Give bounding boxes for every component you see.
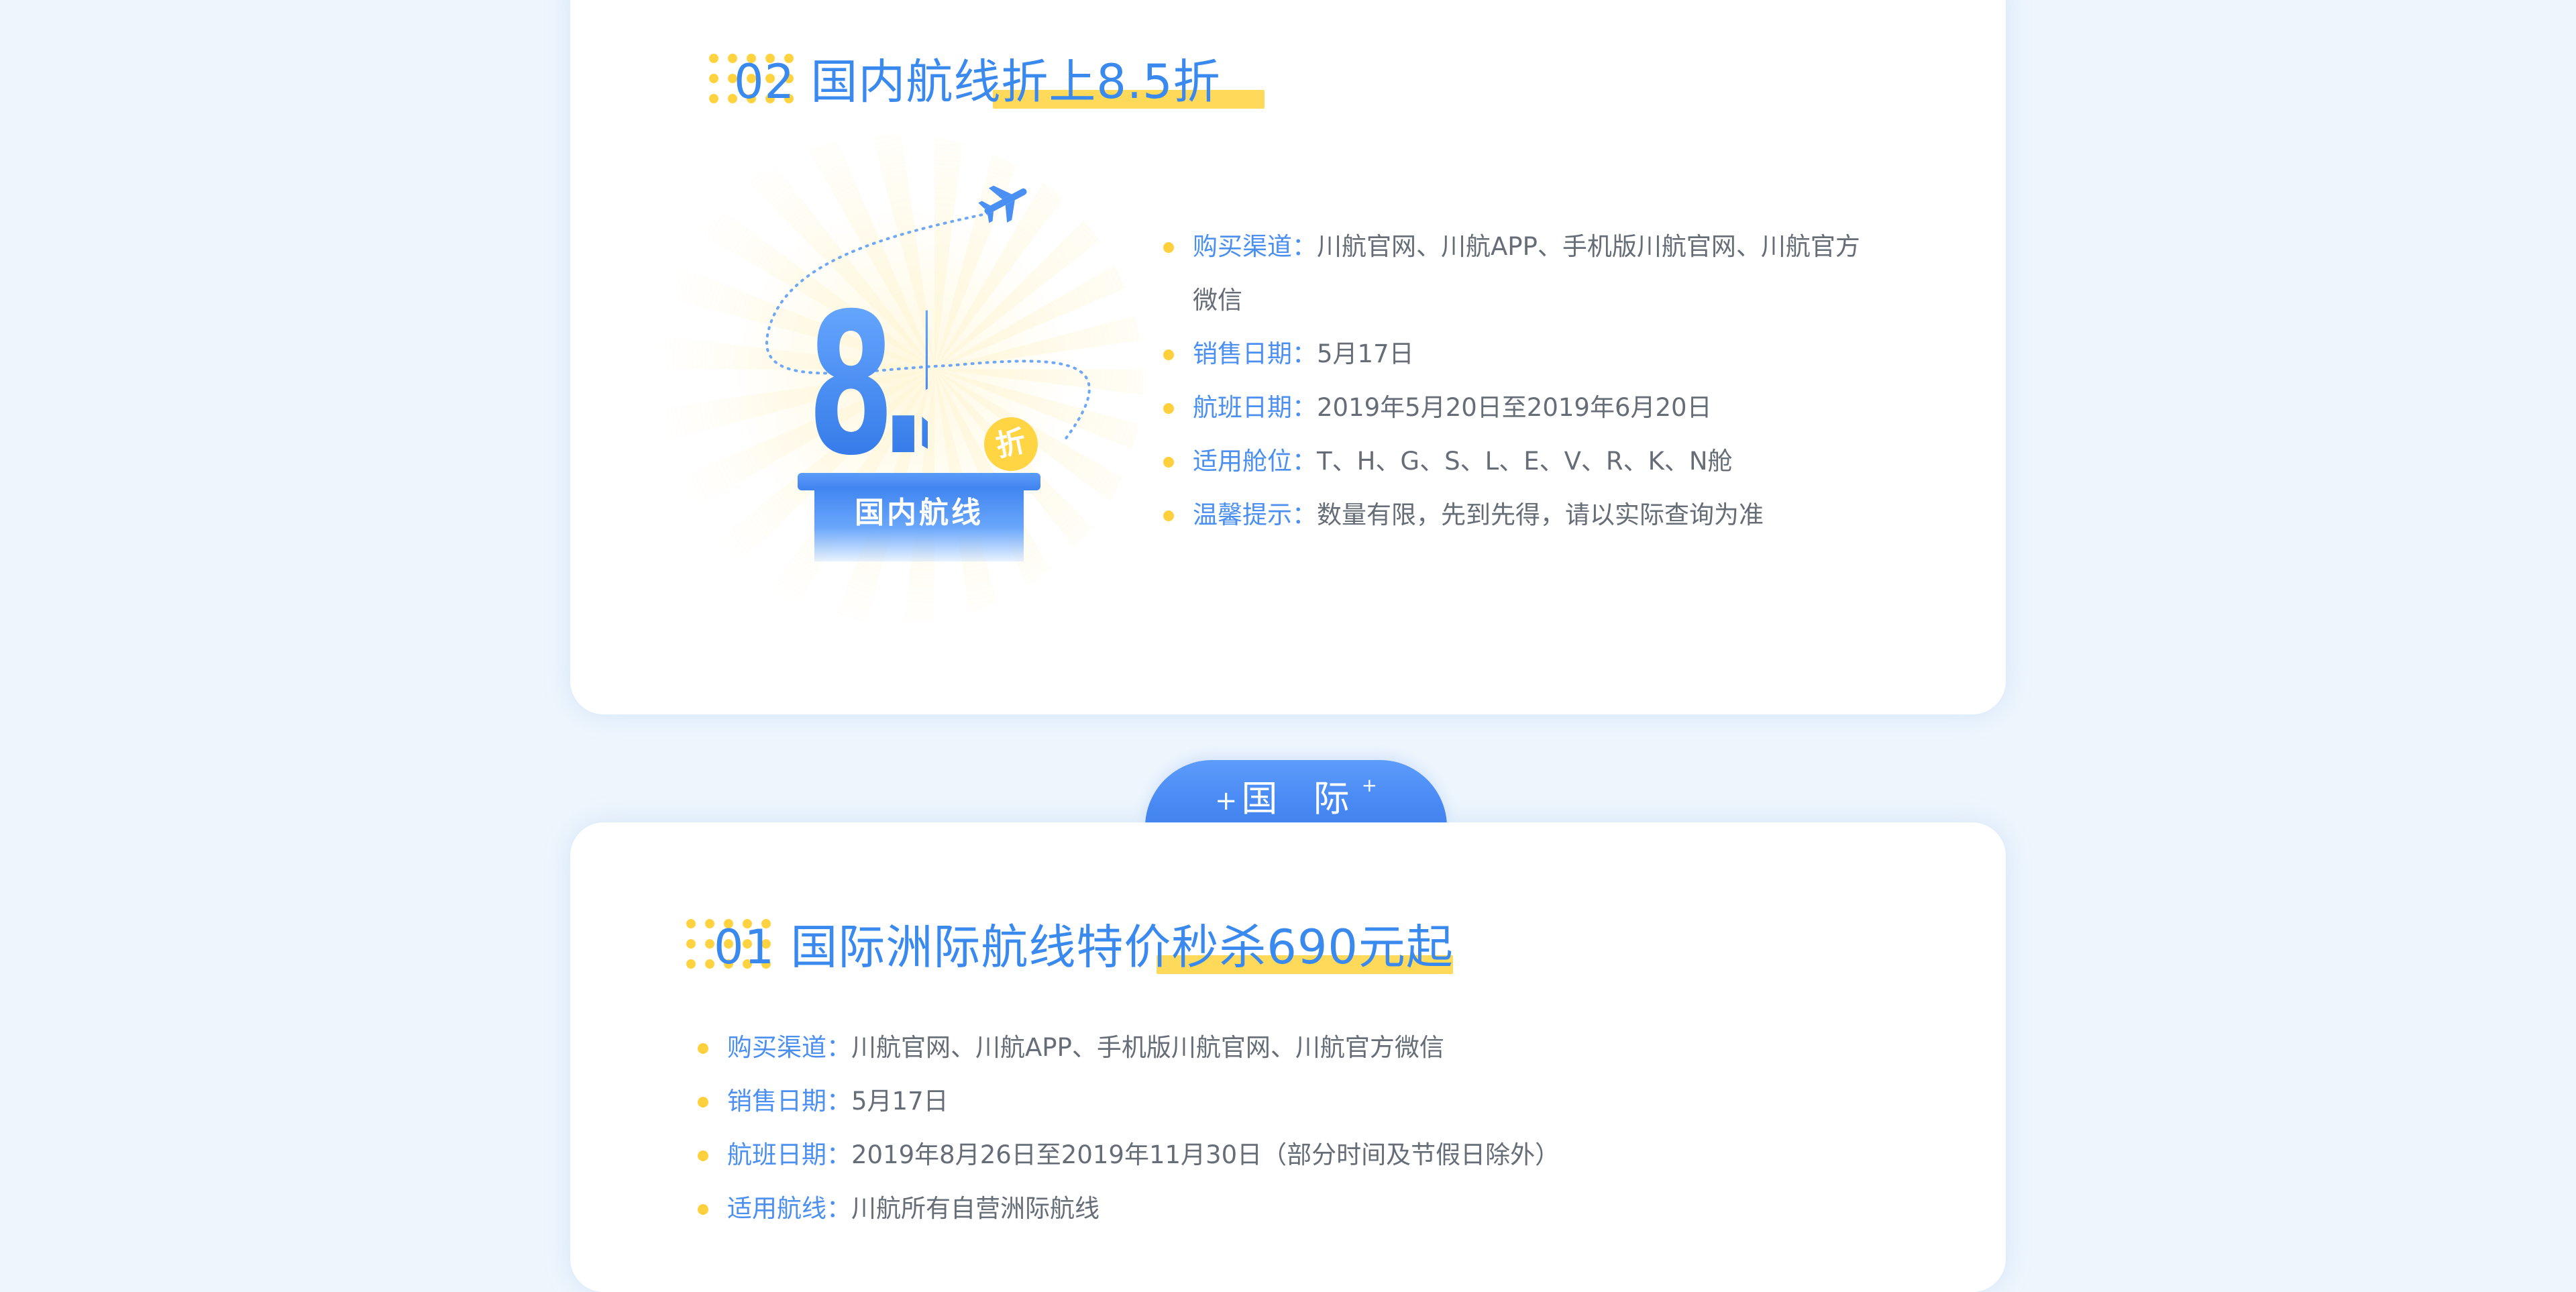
domestic-heading-title: 02 国内航线折上8.5折 [734, 54, 1221, 109]
plus-superscript-icon: + [1361, 774, 1378, 796]
list-item: 销售日期：5月17日 [698, 1075, 1838, 1128]
detail-value: T、H、G、S、L、E、V、R、K、N舱 [1317, 447, 1733, 476]
airplane-icon [978, 185, 1027, 223]
detail-value: 川航官网、川航APP、手机版川航官网、川航官方微信 [851, 1033, 1444, 1062]
detail-label: 航班日期： [1193, 393, 1317, 422]
tab-international-label: 国 际 [1241, 777, 1362, 820]
discount-number: 8.5 [808, 272, 999, 498]
list-item: 航班日期：2019年5月20日至2019年6月20日 [1163, 381, 1915, 435]
domestic-route-label: 国内航线 [814, 486, 1024, 561]
detail-label: 温馨提示： [1193, 500, 1317, 529]
tab-international[interactable]: + 国 际+ [1145, 760, 1447, 827]
detail-value: 5月17日 [851, 1087, 949, 1116]
tab-international-label-group: + 国 际+ [1215, 772, 1377, 827]
discount-badge-illustration: 8.5 折 国内航线 [647, 134, 1143, 624]
domestic-details-list: 购买渠道：川航官网、川航APP、手机版川航官网、川航官方 微信 销售日期：5月1… [1163, 220, 1915, 542]
list-item: 适用航线：川航所有自营洲际航线 [698, 1182, 1838, 1236]
international-heading-title: 01 国际洲际航线特价秒杀690元起 [714, 920, 1454, 975]
list-item: 购买渠道：川航官网、川航APP、手机版川航官网、川航官方 微信 [1163, 220, 1915, 327]
domestic-heading: 02 国内航线折上8.5折 [704, 48, 1265, 122]
detail-value: 2019年5月20日至2019年6月20日 [1317, 393, 1712, 422]
plus-icon: + [1214, 786, 1238, 817]
list-item: 适用舱位：T、H、G、S、L、E、V、R、K、N舱 [1163, 435, 1915, 488]
detail-value: 川航所有自营洲际航线 [851, 1194, 1099, 1223]
detail-label: 适用舱位： [1193, 447, 1317, 476]
detail-value: 数量有限，先到先得，请以实际查询为准 [1317, 500, 1764, 529]
list-item: 购买渠道：川航官网、川航APP、手机版川航官网、川航官方微信 [698, 1021, 1838, 1075]
detail-label: 航班日期： [727, 1140, 851, 1169]
detail-value: 2019年8月26日至2019年11月30日（部分时间及节假日除外） [851, 1140, 1560, 1169]
international-heading: 01 国际洲际航线特价秒杀690元起 [682, 914, 1487, 987]
detail-label: 销售日期： [727, 1087, 851, 1116]
detail-value: 川航官网、川航APP、手机版川航官网、川航官方 [1317, 232, 1860, 261]
list-item: 温馨提示：数量有限，先到先得，请以实际查询为准 [1163, 488, 1915, 542]
detail-label: 销售日期： [1193, 339, 1317, 368]
detail-label: 购买渠道： [727, 1033, 851, 1062]
international-details-list: 购买渠道：川航官网、川航APP、手机版川航官网、川航官方微信 销售日期：5月17… [698, 1021, 1838, 1236]
detail-value: 5月17日 [1317, 339, 1414, 368]
detail-label: 购买渠道： [1193, 232, 1317, 261]
detail-value-continued: 微信 [1193, 286, 1242, 315]
list-item: 销售日期：5月17日 [1163, 327, 1915, 381]
list-item: 航班日期：2019年8月26日至2019年11月30日（部分时间及节假日除外） [698, 1128, 1838, 1182]
detail-label: 适用航线： [727, 1194, 851, 1223]
